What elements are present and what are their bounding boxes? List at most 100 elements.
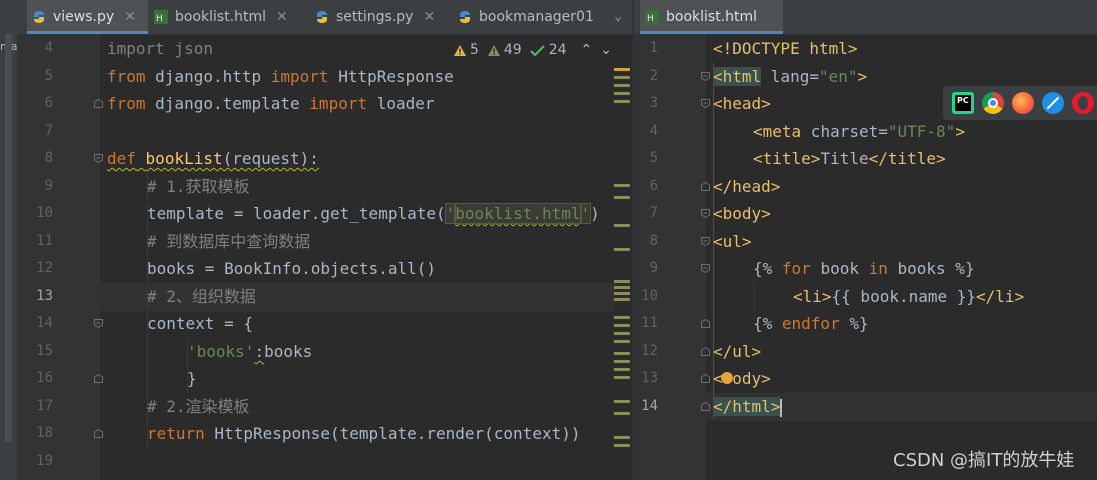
- inspection-widget[interactable]: 5 49 24 ⌃ ⌄: [453, 36, 612, 64]
- line-number: 1: [649, 40, 658, 56]
- tab-label: settings.py: [336, 9, 414, 25]
- lightbulb-icon[interactable]: [720, 372, 733, 384]
- tab-booklist-html[interactable]: H booklist.html ✕: [153, 0, 288, 34]
- chevron-up-icon[interactable]: ⌃: [581, 42, 593, 58]
- line-number: 12: [641, 343, 658, 359]
- fold-start-icon[interactable]: [701, 264, 710, 273]
- html-line-4[interactable]: <meta charset="UTF-8">: [753, 118, 965, 146]
- chevron-down-icon[interactable]: ⌄: [600, 42, 612, 58]
- close-icon[interactable]: ✕: [276, 9, 288, 25]
- line-number: 8: [44, 150, 53, 166]
- close-icon[interactable]: ✕: [423, 9, 435, 25]
- tab-settings-py[interactable]: settings.py ✕: [314, 0, 435, 34]
- html-file-icon: H: [153, 9, 169, 25]
- line-number: 17: [36, 398, 53, 414]
- line-number: 5: [649, 150, 658, 166]
- tab-booklist-html[interactable]: H booklist.html: [640, 0, 784, 34]
- code-line-16[interactable]: }: [187, 365, 197, 393]
- html-line-2[interactable]: <html lang="en">: [713, 63, 867, 91]
- line-number: 15: [36, 343, 53, 359]
- text-cursor: [780, 398, 782, 417]
- firefox-icon[interactable]: [1012, 92, 1034, 114]
- fold-start-icon[interactable]: [701, 72, 710, 81]
- line-number: 19: [36, 453, 53, 469]
- line-number: 5: [44, 68, 53, 84]
- warnings-count: 5: [469, 42, 479, 58]
- safari-icon[interactable]: [1042, 92, 1064, 114]
- tab-bookmanager01[interactable]: bookmanager01: [457, 0, 594, 34]
- line-number: 9: [649, 260, 658, 276]
- fold-start-icon[interactable]: [701, 237, 710, 246]
- html-line-7[interactable]: <body>: [713, 200, 771, 228]
- html-line-3[interactable]: <head>: [713, 90, 771, 118]
- pycharm-icon[interactable]: PC: [952, 92, 974, 114]
- typo-check-icon: [529, 44, 545, 56]
- python-file-icon: [314, 9, 330, 25]
- opera-icon[interactable]: [1072, 92, 1094, 114]
- python-file-icon: [31, 9, 47, 25]
- fold-end-icon[interactable]: [701, 319, 710, 328]
- tab-label: booklist.html: [666, 9, 758, 25]
- html-line-5[interactable]: <title>Title</title>: [753, 145, 946, 173]
- line-number: 16: [36, 370, 53, 386]
- code-line-10[interactable]: template = loader.get_template('booklist…: [147, 200, 600, 228]
- line-number: 4: [44, 40, 53, 56]
- html-line-11[interactable]: {% endfor %}: [753, 310, 869, 338]
- indent-guide: [754, 283, 755, 310]
- code-line-12[interactable]: books = BookInfo.objects.all(): [147, 255, 436, 283]
- close-icon[interactable]: ✕: [124, 9, 136, 25]
- chevron-down-icon[interactable]: ⌄: [614, 0, 622, 34]
- left-scrollbar[interactable]: [5, 34, 12, 442]
- fold-start-icon[interactable]: [701, 209, 710, 218]
- fold-end-icon[interactable]: [94, 99, 103, 108]
- chrome-icon[interactable]: [982, 92, 1004, 114]
- line-number: 18: [36, 425, 53, 441]
- code-line-4[interactable]: import json: [107, 35, 213, 63]
- fold-start-icon[interactable]: [701, 99, 710, 108]
- fold-end-icon[interactable]: [701, 374, 710, 383]
- html-line-13[interactable]: < ody>: [713, 365, 771, 393]
- html-line-8[interactable]: <ul>: [713, 228, 752, 256]
- tab-label: booklist.html: [175, 9, 267, 25]
- tab-label: views.py: [53, 9, 115, 25]
- fold-end-icon[interactable]: [701, 402, 710, 411]
- fold-start-icon[interactable]: [94, 319, 103, 328]
- code-line-8[interactable]: def bookList(request):: [107, 145, 319, 173]
- code-line-18[interactable]: return HttpResponse(template.render(cont…: [147, 420, 580, 448]
- fold-end-icon[interactable]: [94, 374, 103, 383]
- html-line-1[interactable]: <!DOCTYPE html>: [713, 35, 858, 63]
- typos-indicator[interactable]: 24: [529, 42, 567, 58]
- fold-start-icon[interactable]: [94, 154, 103, 163]
- watermark: CSDN @搞IT的放牛娃: [893, 450, 1075, 471]
- error-stripe[interactable]: [614, 34, 632, 480]
- line-number: 10: [641, 288, 658, 304]
- warnings-indicator[interactable]: 5: [453, 42, 479, 58]
- code-line-6[interactable]: from django.template import loader: [107, 90, 435, 118]
- fold-end-icon[interactable]: [701, 182, 710, 191]
- right-editor-pane: H booklist.html 1 2 3 4 5 6 7 8 9 10 11 …: [634, 0, 1097, 480]
- code-line-15[interactable]: 'books':books: [187, 338, 312, 366]
- code-line-13[interactable]: # 2、组织数据: [147, 283, 256, 311]
- code-line-5[interactable]: from django.http import HttpResponse: [107, 63, 454, 91]
- tab-views-py[interactable]: views.py ✕: [27, 0, 148, 34]
- weak-warnings-indicator[interactable]: 49: [487, 42, 522, 58]
- line-number: 11: [641, 315, 658, 331]
- tab-label: bookmanager01: [479, 9, 594, 25]
- html-line-6[interactable]: </head>: [713, 173, 780, 201]
- svg-text:H: H: [647, 14, 654, 24]
- code-line-9[interactable]: # 1.获取模板: [147, 173, 250, 201]
- html-line-14[interactable]: </html>: [713, 393, 782, 421]
- html-line-10[interactable]: <li>{{ book.name }}</li>: [793, 283, 1024, 311]
- code-line-17[interactable]: # 2.渲染模板: [147, 393, 250, 421]
- fold-end-icon[interactable]: [94, 429, 103, 438]
- python-file-icon: [457, 9, 473, 25]
- fold-end-icon[interactable]: [701, 347, 710, 356]
- line-number: 14: [36, 315, 53, 331]
- html-line-9[interactable]: {% for book in books %}: [753, 255, 975, 283]
- code-line-11[interactable]: # 到数据库中查询数据: [147, 228, 310, 256]
- line-number: 3: [649, 95, 658, 111]
- right-tab-bar: H booklist.html: [634, 0, 1097, 35]
- side-tool-strip: mar: [0, 0, 17, 480]
- html-line-12[interactable]: </ul>: [713, 338, 761, 366]
- code-line-14[interactable]: context = {: [147, 310, 253, 338]
